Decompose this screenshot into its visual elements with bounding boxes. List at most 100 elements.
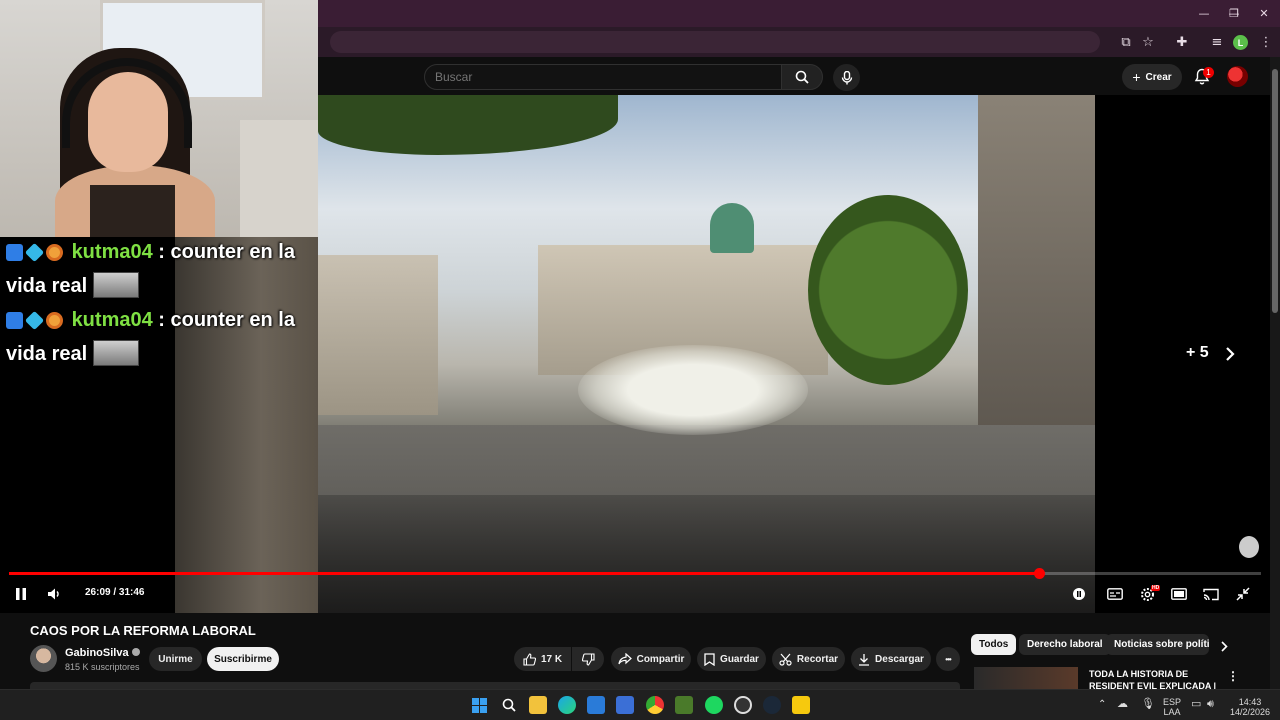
mail-icon[interactable] <box>616 696 634 714</box>
store-icon[interactable] <box>587 696 605 714</box>
share-icon <box>617 653 632 665</box>
chip-labor-law[interactable]: Derecho laboral <box>1019 634 1111 655</box>
share-label: Compartir <box>636 653 685 665</box>
app-icon[interactable] <box>675 696 693 714</box>
corner-building <box>978 95 1095 445</box>
cloud-icon[interactable]: ☁ <box>1117 699 1128 710</box>
more-actions-button[interactable]: ••• <box>936 647 960 671</box>
media-control-icon[interactable]: ≡ <box>1208 33 1226 51</box>
network-icon[interactable]: ▭ <box>1191 699 1201 710</box>
volume-icon[interactable]: 🔊︎ <box>1207 699 1214 710</box>
volume-button[interactable] <box>45 585 65 603</box>
clip-button[interactable]: Recortar <box>772 647 845 671</box>
share-button[interactable]: Compartir <box>611 647 691 671</box>
collapse-icon <box>1236 587 1250 601</box>
theater-mode-button[interactable] <box>1169 585 1189 603</box>
dislike-button[interactable] <box>572 647 604 671</box>
bed-background <box>240 120 318 237</box>
chip-politics-news[interactable]: Noticias sobre polític <box>1106 634 1209 655</box>
save-button[interactable]: Guardar <box>697 647 766 671</box>
browser-profile-avatar[interactable]: L <box>1233 35 1248 50</box>
bookmark-star-icon[interactable]: ☆ <box>1139 33 1157 51</box>
minimize-button[interactable]: — <box>1188 0 1220 27</box>
create-button[interactable]: + Crear <box>1122 64 1182 90</box>
search-button[interactable] <box>781 64 823 90</box>
steam-icon[interactable] <box>763 696 781 714</box>
download-icon <box>859 653 870 666</box>
cast-button[interactable] <box>1201 585 1221 603</box>
clock[interactable]: 14:43 14/2/2026 <box>1228 697 1272 717</box>
scissors-icon <box>779 653 792 666</box>
windows-start-icon[interactable] <box>470 696 488 714</box>
hd-badge: HD <box>1151 585 1161 591</box>
progress-played <box>9 572 1040 575</box>
chat-emote <box>93 340 140 366</box>
chat-text: vida real <box>6 343 88 365</box>
green-dome <box>710 203 754 253</box>
cast-icon <box>1203 588 1219 600</box>
verified-icon <box>131 648 140 656</box>
like-count: 17 K <box>540 653 563 665</box>
page-scrollbar[interactable] <box>1270 57 1280 689</box>
microphone-icon[interactable]: 🎙︎ <box>1141 699 1155 710</box>
video-frame[interactable] <box>318 95 1095 613</box>
channel-avatar[interactable] <box>30 645 57 672</box>
description-box[interactable] <box>30 682 960 689</box>
chat-username: kutma04 <box>71 309 153 331</box>
extensions-icon[interactable]: ✚ <box>1173 33 1191 51</box>
join-label: Unirme <box>158 653 193 665</box>
chrome-icon[interactable] <box>646 696 664 714</box>
address-field[interactable] <box>330 31 1100 53</box>
streamer-top <box>90 185 175 237</box>
like-button[interactable]: 17 K <box>514 647 571 671</box>
channel-name[interactable]: GabinoSilva <box>65 647 140 659</box>
volume-icon <box>48 588 59 600</box>
crowd <box>318 495 1095 613</box>
voice-search-button[interactable] <box>833 64 860 91</box>
street-tree <box>808 195 968 385</box>
chat-emote <box>93 272 140 298</box>
chip-all[interactable]: Todos <box>971 634 1017 655</box>
create-label: Crear <box>1145 71 1172 83</box>
scrollbar-thumb[interactable] <box>1272 69 1278 313</box>
progress-bar[interactable] <box>9 568 1261 579</box>
tree-trunk <box>175 237 318 613</box>
fullscreen-exit-button[interactable] <box>1233 585 1253 603</box>
autoplay-toggle[interactable] <box>1069 585 1089 603</box>
subscribe-button[interactable]: Suscribirme <box>207 647 279 671</box>
account-avatar[interactable] <box>1227 66 1248 87</box>
search-icon[interactable] <box>500 696 518 714</box>
pause-button[interactable] <box>11 585 31 603</box>
chips-next-button[interactable] <box>1214 637 1234 655</box>
app-icon[interactable] <box>792 696 810 714</box>
file-explorer-icon[interactable] <box>529 696 547 714</box>
install-app-icon[interactable]: ⧉ <box>1117 33 1135 51</box>
related-video-title[interactable]: TODA LA HISTORIA DE RESIDENT EVIL EXPLIC… <box>1089 668 1219 690</box>
browser-menu-icon[interactable]: ⋮ <box>1257 33 1275 51</box>
more-photos-count[interactable]: + 5 <box>1186 344 1209 362</box>
streamer-webcam <box>0 0 318 237</box>
close-button[interactable]: ✕ <box>1248 0 1280 27</box>
next-photo-button[interactable] <box>1222 344 1238 364</box>
restore-button[interactable]: ❐ <box>1218 0 1250 27</box>
channel-name-text[interactable]: GabinoSilva <box>65 647 129 659</box>
screen: — — ❐ ✕ ⧉ ☆ ✚ ≡ L ⋮ + Crear 1 + 5 <box>0 0 1280 720</box>
edge-icon[interactable] <box>558 696 576 714</box>
obs-icon[interactable] <box>734 696 752 714</box>
tray-expand-icon[interactable]: ⌃ <box>1098 700 1106 710</box>
clock-date: 14/2/2026 <box>1229 707 1271 717</box>
chat-text: : counter en la <box>158 309 295 331</box>
chevron-right-icon <box>1220 640 1228 652</box>
related-video-menu-icon[interactable]: ⋮ <box>1227 668 1239 684</box>
download-button[interactable]: Descargar <box>851 647 931 671</box>
windows-taskbar <box>0 689 1280 720</box>
tear-gas-cloud <box>578 345 808 435</box>
related-video-thumbnail[interactable] <box>974 667 1078 689</box>
subtitles-button[interactable] <box>1105 585 1125 603</box>
chat-badge-icon <box>24 310 45 331</box>
language-indicator[interactable]: ESP LAA <box>1163 697 1181 717</box>
join-button[interactable]: Unirme <box>149 647 202 671</box>
search-input[interactable] <box>424 64 782 90</box>
spotify-icon[interactable] <box>705 696 723 714</box>
chat-badge-icon <box>24 242 45 263</box>
